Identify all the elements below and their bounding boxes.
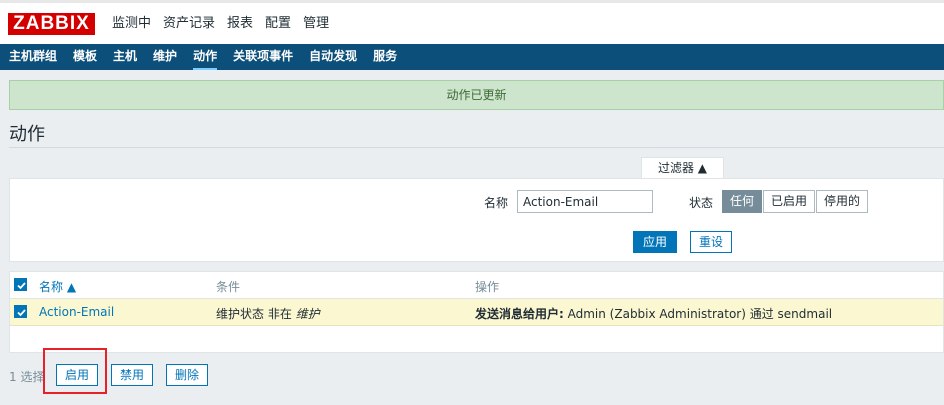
filter-tab[interactable]: 过滤器 ▲: [641, 157, 724, 179]
subnav-discovery[interactable]: 自动发现: [301, 44, 365, 70]
filter-reset-button[interactable]: 重设: [690, 231, 733, 253]
header-conditions: 条件: [216, 280, 241, 294]
success-message: 动作已更新: [9, 80, 944, 110]
condition-value: 维护: [295, 307, 320, 321]
page-title: 动作: [9, 124, 45, 145]
status-enabled[interactable]: 已启用: [763, 190, 816, 213]
subnav-templates[interactable]: 模板: [65, 44, 105, 70]
table-header: 名称 ▲ 条件 操作: [10, 272, 943, 299]
action-name-link[interactable]: Action-Email: [39, 305, 114, 319]
check-icon: [17, 309, 26, 317]
subnav-hosts[interactable]: 主机: [105, 44, 145, 70]
menu-inventory[interactable]: 资产记录: [157, 3, 221, 47]
filter-name-label: 名称: [484, 196, 509, 210]
action-condition: 维护状态 非在 维护: [216, 305, 320, 322]
select-all-checkbox[interactable]: [14, 278, 27, 291]
delete-button[interactable]: 删除: [166, 364, 209, 386]
table-row: Action-Email 维护状态 非在 维护 发送消息给用户: Admin (…: [10, 299, 943, 326]
header-name[interactable]: 名称 ▲: [39, 278, 76, 295]
disable-button[interactable]: 禁用: [111, 364, 154, 386]
condition-text: 维护状态 非在: [216, 307, 296, 321]
operation-text: Admin (Zabbix Administrator) 通过 sendmail: [563, 307, 833, 321]
action-operation: 发送消息给用户: Admin (Zabbix Administrator) 通过…: [475, 305, 832, 322]
zabbix-logo[interactable]: ZABBIX: [8, 13, 95, 35]
row-checkbox[interactable]: [14, 305, 27, 318]
status-any[interactable]: 任何: [722, 190, 763, 213]
highlight-annotation-box: [43, 348, 107, 394]
filter-status-segmented: 任何 已启用 停用的: [722, 190, 869, 213]
subnav-services[interactable]: 服务: [365, 44, 405, 70]
subnav-maintenance[interactable]: 维护: [145, 44, 185, 70]
menu-administration[interactable]: 管理: [297, 3, 335, 47]
top-bar: ZABBIX 监测中 资产记录 报表 配置 管理: [0, 0, 944, 48]
filter-status-label: 状态: [689, 196, 714, 210]
filter-name-input[interactable]: [517, 190, 653, 213]
actions-table: 名称 ▲ 条件 操作 Action-Email 维护状态 非在 维护 发送消息给…: [9, 271, 944, 353]
title-divider: [9, 147, 944, 148]
header-operations: 操作: [475, 280, 500, 294]
check-icon: [17, 282, 26, 290]
filter-apply-button[interactable]: 应用: [633, 231, 678, 253]
menu-monitoring[interactable]: 监测中: [106, 3, 157, 47]
status-disabled[interactable]: 停用的: [816, 190, 869, 213]
subnav-host-groups[interactable]: 主机群组: [0, 44, 65, 70]
main-menu: 监测中 资产记录 报表 配置 管理: [106, 3, 335, 48]
menu-configuration[interactable]: 配置: [259, 3, 297, 48]
menu-reports[interactable]: 报表: [221, 3, 259, 47]
sub-menu: 主机群组 模板 主机 维护 动作 关联项事件 自动发现 服务: [0, 44, 944, 70]
subnav-actions[interactable]: 动作: [185, 44, 225, 70]
selected-count: 1 选择: [9, 370, 45, 384]
subnav-event-correlation[interactable]: 关联项事件: [225, 44, 301, 70]
operation-label: 发送消息给用户:: [475, 307, 564, 321]
